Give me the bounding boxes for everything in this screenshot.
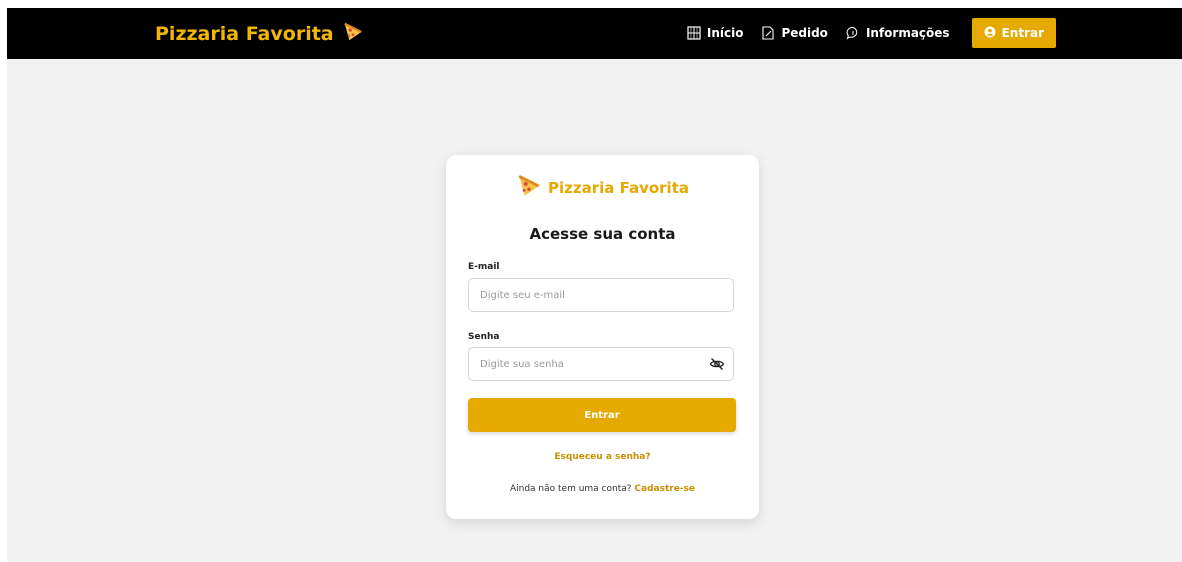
app-frame: Pizzaria Favorita Início Pedido Informaç… bbox=[7, 8, 1182, 562]
forgot-password-link[interactable]: Esqueceu a senha? bbox=[446, 452, 759, 462]
card-brand-label: Pizzaria Favorita bbox=[547, 179, 689, 197]
signup-link[interactable]: Cadastre-se bbox=[634, 484, 695, 494]
email-field[interactable] bbox=[469, 279, 710, 311]
login-submit-button[interactable]: Entrar bbox=[468, 398, 736, 432]
login-submit-label: Entrar bbox=[584, 409, 620, 421]
password-label: Senha bbox=[468, 332, 500, 342]
email-label: E-mail bbox=[468, 262, 500, 272]
eye-off-icon[interactable] bbox=[709, 356, 725, 372]
navbar-brand[interactable]: Pizzaria Favorita bbox=[155, 20, 364, 48]
nav-link-informacoes[interactable]: Informações bbox=[846, 26, 950, 40]
nav-link-label: Informações bbox=[865, 26, 950, 40]
login-card: Pizzaria Favorita Acesse sua conta E-mai… bbox=[446, 155, 759, 519]
grid-icon bbox=[687, 26, 701, 40]
navbar-enter-button[interactable]: Entrar bbox=[971, 18, 1056, 48]
no-account-text: Ainda não tem uma conta? bbox=[509, 484, 632, 494]
email-field-box bbox=[468, 278, 734, 312]
chat-icon bbox=[846, 26, 860, 40]
navbar-brand-label: Pizzaria Favorita bbox=[155, 23, 334, 45]
nav-link-inicio[interactable]: Início bbox=[687, 26, 744, 40]
card-logo: Pizzaria Favorita bbox=[446, 173, 759, 203]
signup-row: Ainda não tem uma conta? Cadastre-se bbox=[446, 484, 759, 494]
pizza-slice-icon bbox=[516, 173, 542, 203]
navbar-links: Início Pedido Informações Entrar bbox=[687, 18, 1056, 48]
nav-link-label: Pedido bbox=[781, 26, 828, 40]
edit-icon bbox=[761, 26, 775, 40]
login-title: Acesse sua conta bbox=[529, 225, 676, 243]
nav-link-pedido[interactable]: Pedido bbox=[761, 26, 828, 40]
user-circle-icon bbox=[984, 26, 996, 41]
top-navbar: Pizzaria Favorita Início Pedido Informaç… bbox=[7, 8, 1182, 59]
navbar-enter-label: Entrar bbox=[1001, 26, 1044, 40]
pizza-slice-icon bbox=[342, 21, 364, 48]
password-field-box bbox=[468, 347, 734, 381]
nav-link-label: Início bbox=[706, 26, 744, 40]
password-field[interactable] bbox=[469, 348, 710, 380]
